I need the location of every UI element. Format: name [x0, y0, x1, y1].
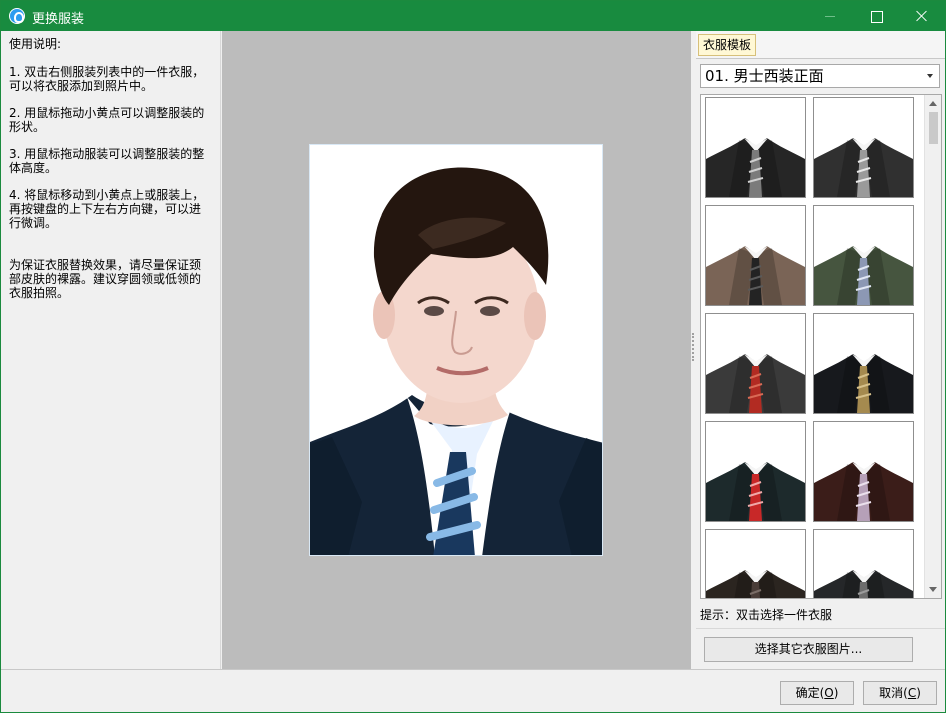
tab-clothing-templates[interactable]: 衣服模板 [698, 34, 756, 56]
close-icon[interactable] [899, 1, 945, 31]
template-select[interactable]: 01. 男士西装正面 [700, 64, 940, 88]
scroll-thumb[interactable] [929, 112, 938, 144]
instructions-panel: 使用说明: 1. 双击右侧服装列表中的一件衣服，可以将衣服添加到照片中。 2. … [1, 31, 221, 669]
title-bar[interactable]: 更换服装 [1, 1, 945, 31]
clothing-template-thumbnail[interactable] [813, 205, 914, 306]
ok-button-key: O [824, 686, 833, 700]
clothing-template-thumbnail[interactable] [705, 421, 806, 522]
cancel-button[interactable]: 取消(C) [863, 681, 937, 705]
clothing-template-thumbnail[interactable] [705, 529, 806, 599]
clothing-template-thumbnail[interactable] [705, 97, 806, 198]
clothing-template-thumbnail[interactable] [813, 529, 914, 599]
instruction-item: 3. 用鼠标拖动服装可以调整服装的整体高度。 [9, 147, 212, 175]
selection-hint: 提示：双击选择一件衣服 [700, 606, 832, 623]
clothing-panel-divider [696, 628, 945, 629]
ok-button[interactable]: 确定(O) [780, 681, 854, 705]
minimize-icon[interactable] [807, 1, 853, 31]
app-icon [9, 8, 25, 24]
suit-thumbnail-icon [706, 206, 805, 305]
instruction-item: 1. 双击右侧服装列表中的一件衣服，可以将衣服添加到照片中。 [9, 65, 212, 93]
instructions-title: 使用说明: [9, 37, 212, 51]
window-title: 更换服装 [32, 8, 84, 27]
scroll-down-icon[interactable] [929, 587, 937, 592]
suit-thumbnail-icon [706, 530, 805, 599]
cancel-button-label: 取消 [879, 686, 903, 700]
clothing-tab-strip: 衣服模板 [696, 31, 945, 59]
suit-thumbnail-icon [814, 314, 913, 413]
portrait-photo[interactable] [309, 144, 603, 556]
portrait-illustration [310, 145, 603, 556]
suit-thumbnail-icon [706, 98, 805, 197]
suit-thumbnail-icon [814, 98, 913, 197]
clothing-template-list[interactable] [700, 94, 942, 599]
instruction-item: 2. 用鼠标拖动小黄点可以调整服装的形状。 [9, 106, 212, 134]
suit-thumbnail-icon [814, 422, 913, 521]
instructions-note: 为保证衣服替换效果，请尽量保证颈部皮肤的裸露。建议穿圆领或低领的衣服拍照。 [9, 258, 212, 300]
clothing-template-thumbnail[interactable] [705, 313, 806, 414]
instruction-item: 4. 将鼠标移动到小黄点上或服装上，再按键盘的上下左右方向键，可以进行微调。 [9, 188, 212, 230]
chevron-down-icon[interactable] [927, 74, 933, 78]
suit-thumbnail-icon [814, 206, 913, 305]
clothing-template-thumbnail[interactable] [813, 313, 914, 414]
suit-thumbnail-icon [814, 530, 913, 599]
clothing-panel: 衣服模板 01. 男士西装正面 提示：双击选择一件衣服 选择其它衣服图片... [696, 31, 945, 669]
clothing-template-thumbnail[interactable] [813, 97, 914, 198]
clothing-list-scrollbar[interactable] [924, 95, 941, 598]
suit-thumbnail-icon [706, 314, 805, 413]
cancel-button-key: C [908, 686, 916, 700]
ok-button-label: 确定 [796, 686, 820, 700]
clothing-template-thumbnail[interactable] [705, 205, 806, 306]
change-clothing-dialog: 更换服装 使用说明: 1. 双击右侧服装列表中的一件衣服，可以将衣服添加到照片中… [0, 0, 946, 713]
maximize-icon[interactable] [853, 1, 899, 31]
clothing-template-thumbnail[interactable] [813, 421, 914, 522]
photo-canvas[interactable] [222, 31, 691, 669]
scroll-up-icon[interactable] [929, 101, 937, 106]
suit-thumbnail-icon [706, 422, 805, 521]
splitter-grip-icon[interactable] [692, 333, 694, 361]
choose-other-clothing-button[interactable]: 选择其它衣服图片... [704, 637, 913, 662]
selected-template-value: 01. 男士西装正面 [705, 67, 824, 85]
dialog-footer: 确定(O) 取消(C) [1, 669, 945, 712]
